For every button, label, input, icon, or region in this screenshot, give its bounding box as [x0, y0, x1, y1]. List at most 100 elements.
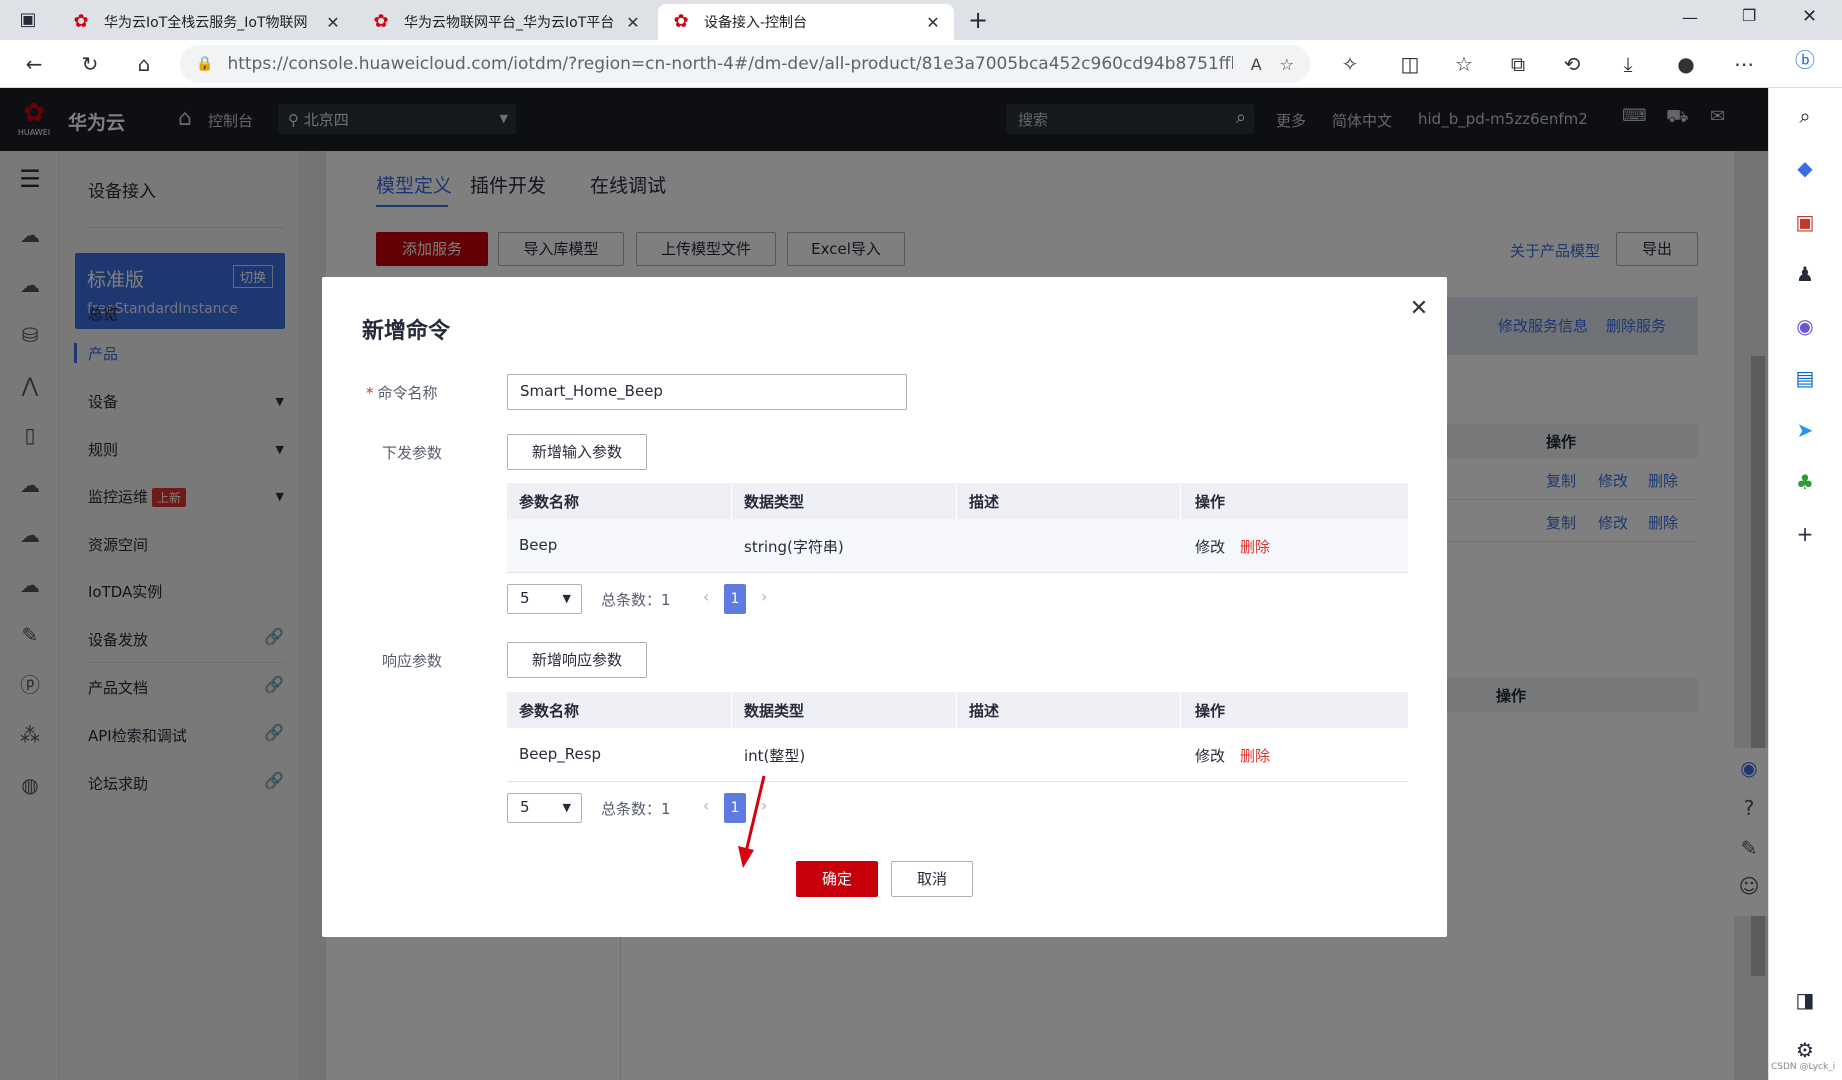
page-number[interactable]: 1 [724, 584, 746, 614]
table-row: Beep string(字符串) 修改 删除 [507, 519, 1408, 573]
favorites-icon[interactable]: ☆ [1448, 48, 1480, 80]
input-pagination: 5 ▼ 总条数：1 ‹ 1 › [507, 584, 767, 614]
search-icon[interactable]: ⌕ [1789, 100, 1821, 132]
edit-link[interactable]: 修改 [1195, 745, 1225, 766]
browser-tab-1[interactable]: ✿ 华为云IoT全栈云服务_IoT物联网 ✕ [58, 4, 354, 40]
param-name: Beep [519, 536, 558, 554]
divider [1180, 692, 1181, 728]
browser-tab-bar: ▣ ✿ 华为云IoT全栈云服务_IoT物联网 ✕ ✿ 华为云物联网平台_华为云I… [0, 0, 1842, 40]
total-count: 总条数：1 [601, 591, 671, 609]
response-pagination: 5 ▼ 总条数：1 ‹ 1 › [507, 793, 767, 823]
total-count: 总条数：1 [601, 800, 671, 818]
response-params-label: 响应参数 [382, 652, 443, 670]
required-asterisk: * [366, 384, 374, 402]
col-operation: 操作 [1195, 702, 1226, 720]
param-type: string(字符串) [744, 538, 844, 556]
address-bar: ← ↻ ⌂ 🔒 https://console.huaweicloud.com/… [0, 40, 1842, 88]
add-sidebar-icon[interactable]: + [1789, 518, 1821, 550]
collections-icon[interactable]: ⧉ [1502, 48, 1534, 80]
prev-page-icon[interactable]: ‹ [703, 796, 709, 815]
divider [956, 692, 957, 728]
huawei-favicon-icon: ✿ [373, 11, 389, 32]
param-type: int(整型) [744, 747, 806, 765]
command-name-label: * 命令名称 [366, 382, 438, 403]
office-icon[interactable]: ◉ [1789, 310, 1821, 342]
bing-icon[interactable]: ⓑ [1789, 44, 1821, 76]
browser-tab-2[interactable]: ✿ 华为云物联网平台_华为云IoT平台 ✕ [358, 4, 654, 40]
profile-avatar[interactable]: ● [1670, 48, 1702, 80]
read-aloud-icon[interactable]: A [1251, 55, 1262, 74]
col-data-type: 数据类型 [744, 493, 805, 511]
outlook-icon[interactable]: ▤ [1789, 362, 1821, 394]
table-row: Beep_Resp int(整型) 修改 删除 [507, 728, 1408, 782]
send-params-label: 下发参数 [382, 444, 443, 462]
delete-link[interactable]: 删除 [1240, 745, 1270, 766]
chevron-down-icon: ▼ [562, 592, 571, 605]
close-tab-icon[interactable]: ✕ [624, 13, 642, 32]
minimize-icon[interactable]: — [1682, 8, 1698, 27]
divider [731, 692, 732, 728]
col-param-name: 参数名称 [519, 493, 580, 511]
page-size-select[interactable]: 5 ▼ [507, 793, 582, 823]
page-size-value: 5 [520, 798, 530, 816]
tab-title: 华为云物联网平台_华为云IoT平台 [404, 15, 615, 31]
next-page-icon[interactable]: › [761, 587, 767, 606]
add-response-param-button[interactable]: 新增响应参数 [507, 642, 647, 678]
tools-icon[interactable]: ▣ [1789, 206, 1821, 238]
edge-sidebar: ⓑ ⌕ ◆ ▣ ♟ ◉ ▤ ➤ ♣ + ◨ ⚙ CSDN @Lyck_i [1768, 48, 1842, 1080]
favorite-add-icon[interactable]: ☆ [1280, 55, 1294, 74]
restore-icon[interactable]: ❐ [1742, 6, 1756, 25]
page-size-value: 5 [520, 589, 530, 607]
url-field[interactable]: 🔒 https://console.huaweicloud.com/iotdm/… [180, 45, 1310, 83]
param-name: Beep_Resp [519, 745, 602, 763]
tree-icon[interactable]: ♣ [1789, 466, 1821, 498]
col-param-name: 参数名称 [519, 702, 580, 720]
close-tab-icon[interactable]: ✕ [324, 13, 342, 32]
delete-link[interactable]: 删除 [1240, 536, 1270, 557]
home-icon[interactable]: ⌂ [128, 48, 160, 80]
divider [956, 483, 957, 519]
close-tab-icon[interactable]: ✕ [924, 13, 942, 32]
prev-page-icon[interactable]: ‹ [703, 587, 709, 606]
download-icon[interactable]: ⤓ [1612, 48, 1644, 80]
table-header: 参数名称 数据类型 描述 操作 [507, 692, 1408, 728]
huawei-favicon-icon: ✿ [73, 11, 89, 32]
col-operation: 操作 [1195, 493, 1226, 511]
browser-tab-3-active[interactable]: ✿ 设备接入-控制台 ✕ [658, 4, 954, 40]
close-icon[interactable]: ✕ [1407, 297, 1431, 321]
annotation-arrow [738, 775, 766, 868]
huawei-favicon-icon: ✿ [673, 11, 689, 32]
page-size-select[interactable]: 5 ▼ [507, 584, 582, 614]
edit-link[interactable]: 修改 [1195, 536, 1225, 557]
new-tab-button[interactable]: + [964, 6, 992, 34]
col-description: 描述 [969, 493, 1000, 511]
divider [731, 483, 732, 519]
split-screen-icon[interactable]: ◫ [1394, 48, 1426, 80]
tab-title: 华为云IoT全栈云服务_IoT物联网 [104, 15, 308, 31]
refresh-icon[interactable]: ↻ [74, 48, 106, 80]
games-icon[interactable]: ♟ [1789, 258, 1821, 290]
cancel-button[interactable]: 取消 [891, 861, 973, 897]
tab-title: 设备接入-控制台 [704, 15, 808, 31]
sidebar-toggle-icon[interactable]: ◨ [1789, 984, 1821, 1016]
back-icon[interactable]: ← [18, 48, 50, 80]
history-icon[interactable]: ⟲ [1556, 48, 1588, 80]
close-window-icon[interactable]: ✕ [1802, 6, 1817, 27]
command-name-input[interactable]: Smart_Home_Beep [507, 374, 907, 410]
table-header: 参数名称 数据类型 描述 操作 [507, 483, 1408, 519]
watermark: CSDN @Lyck_i [1771, 1062, 1836, 1072]
lock-icon: 🔒 [196, 56, 214, 72]
add-input-param-button[interactable]: 新增输入参数 [507, 434, 647, 470]
send-icon[interactable]: ➤ [1789, 414, 1821, 446]
response-params-table: 参数名称 数据类型 描述 操作 Beep_Resp int(整型) 修改 删除 [507, 692, 1408, 782]
confirm-button[interactable]: 确定 [796, 861, 878, 897]
more-menu-icon[interactable]: ⋯ [1728, 48, 1760, 80]
extensions-icon[interactable]: ✧ [1334, 48, 1366, 80]
col-data-type: 数据类型 [744, 702, 805, 720]
col-description: 描述 [969, 702, 1000, 720]
input-params-table: 参数名称 数据类型 描述 操作 Beep string(字符串) 修改 删除 [507, 483, 1408, 573]
add-command-dialog: 新增命令 ✕ * 命令名称 Smart_Home_Beep 下发参数 新增输入参数… [322, 277, 1447, 937]
divider [1180, 483, 1181, 519]
tab-actions-icon[interactable]: ▣ [16, 8, 40, 32]
shopping-icon[interactable]: ◆ [1789, 152, 1821, 184]
